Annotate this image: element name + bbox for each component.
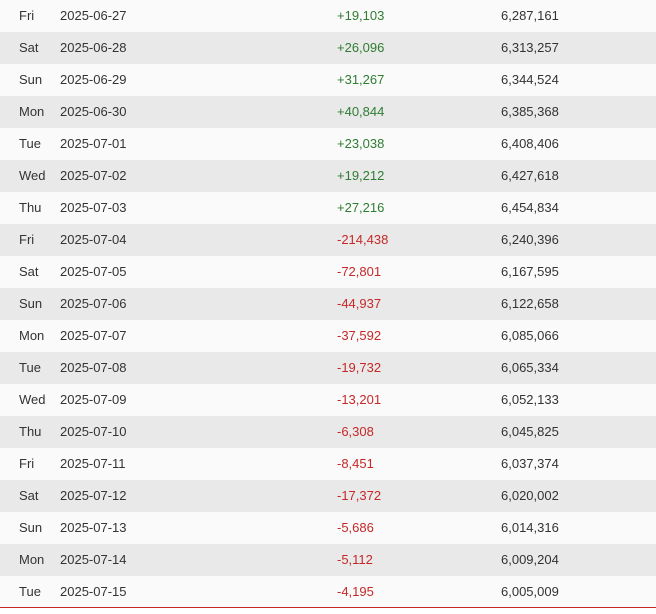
date-cell: 2025-07-06 [60, 296, 127, 311]
running-total-cell: 6,014,316 [501, 520, 559, 535]
running-total-cell: 6,020,002 [501, 488, 559, 503]
date-cell: 2025-07-08 [60, 360, 127, 375]
table-row: Fri 2025-06-27 +19,103 6,287,161 [0, 0, 656, 32]
table-row: Fri 2025-07-11 -8,451 6,037,374 [0, 448, 656, 480]
running-total-cell: 6,167,595 [501, 264, 559, 279]
date-cell: 2025-07-14 [60, 552, 127, 567]
running-total-cell: 6,240,396 [501, 232, 559, 247]
daily-change-table: Fri 2025-06-27 +19,103 6,287,161 Sat 2025-06-… [0, 0, 656, 608]
daily-change-cell: -5,112 [337, 552, 373, 567]
table-row: Thu 2025-07-03 +27,216 6,454,834 [0, 192, 656, 224]
day-of-week-cell: Wed [19, 392, 46, 407]
day-of-week-cell: Sat [19, 264, 39, 279]
table-row: Tue 2025-07-15 -4,195 6,005,009 [0, 576, 656, 608]
running-total-cell: 6,287,161 [501, 8, 559, 23]
date-cell: 2025-07-01 [60, 136, 127, 151]
day-of-week-cell: Sun [19, 72, 43, 87]
running-total-cell: 6,037,374 [501, 456, 559, 471]
running-total-cell: 6,085,066 [501, 328, 559, 343]
running-total-cell: 6,009,204 [501, 552, 559, 567]
table-row: Fri 2025-07-04 -214,438 6,240,396 [0, 224, 656, 256]
running-total-cell: 6,005,009 [501, 584, 559, 599]
daily-change-cell: +19,103 [337, 8, 385, 23]
table-row: Wed 2025-07-02 +19,212 6,427,618 [0, 160, 656, 192]
running-total-cell: 6,065,334 [501, 360, 559, 375]
daily-change-cell: +19,212 [337, 168, 385, 183]
daily-change-cell: -19,732 [337, 360, 382, 375]
table-row: Sat 2025-07-12 -17,372 6,020,002 [0, 480, 656, 512]
day-of-week-cell: Sun [19, 520, 43, 535]
daily-change-cell: +40,844 [337, 104, 385, 119]
running-total-cell: 6,427,618 [501, 168, 559, 183]
day-of-week-cell: Fri [19, 8, 35, 23]
table-row: Sun 2025-07-06 -44,937 6,122,658 [0, 288, 656, 320]
table-row: Sun 2025-06-29 +31,267 6,344,524 [0, 64, 656, 96]
daily-change-cell: -5,686 [337, 520, 374, 535]
day-of-week-cell: Thu [19, 200, 42, 215]
table-row: Sun 2025-07-13 -5,686 6,014,316 [0, 512, 656, 544]
date-cell: 2025-07-03 [60, 200, 127, 215]
running-total-cell: 6,052,133 [501, 392, 559, 407]
daily-change-cell: -8,451 [337, 456, 374, 471]
date-cell: 2025-07-12 [60, 488, 127, 503]
running-total-cell: 6,122,658 [501, 296, 559, 311]
day-of-week-cell: Tue [19, 584, 41, 599]
table-row: Sat 2025-07-05 -72,801 6,167,595 [0, 256, 656, 288]
date-cell: 2025-07-02 [60, 168, 127, 183]
running-total-cell: 6,408,406 [501, 136, 559, 151]
date-cell: 2025-07-09 [60, 392, 127, 407]
table-row: Tue 2025-07-01 +23,038 6,408,406 [0, 128, 656, 160]
date-cell: 2025-07-11 [60, 456, 126, 471]
date-cell: 2025-06-30 [60, 104, 127, 119]
date-cell: 2025-06-29 [60, 72, 127, 87]
daily-change-cell: +23,038 [337, 136, 385, 151]
running-total-cell: 6,313,257 [501, 40, 559, 55]
daily-change-cell: -4,195 [337, 584, 374, 599]
daily-change-cell: -44,937 [337, 296, 382, 311]
day-of-week-cell: Sat [19, 40, 39, 55]
day-of-week-cell: Wed [19, 168, 46, 183]
daily-change-cell: +27,216 [337, 200, 385, 215]
day-of-week-cell: Sun [19, 296, 43, 311]
daily-change-cell: +31,267 [337, 72, 385, 87]
day-of-week-cell: Tue [19, 360, 41, 375]
table-row: Wed 2025-07-09 -13,201 6,052,133 [0, 384, 656, 416]
day-of-week-cell: Mon [19, 104, 45, 119]
daily-change-cell: -37,592 [337, 328, 382, 343]
running-total-cell: 6,454,834 [501, 200, 559, 215]
date-cell: 2025-07-05 [60, 264, 127, 279]
day-of-week-cell: Tue [19, 136, 41, 151]
daily-change-cell: +26,096 [337, 40, 385, 55]
day-of-week-cell: Fri [19, 456, 35, 471]
date-cell: 2025-07-13 [60, 520, 127, 535]
table-row: Mon 2025-07-14 -5,112 6,009,204 [0, 544, 656, 576]
running-total-cell: 6,344,524 [501, 72, 559, 87]
date-cell: 2025-07-15 [60, 584, 127, 599]
date-cell: 2025-06-28 [60, 40, 127, 55]
running-total-cell: 6,045,825 [501, 424, 559, 439]
daily-change-cell: -214,438 [337, 232, 389, 247]
day-of-week-cell: Sat [19, 488, 39, 503]
date-cell: 2025-07-04 [60, 232, 127, 247]
date-cell: 2025-07-10 [60, 424, 127, 439]
table-row: Sat 2025-06-28 +26,096 6,313,257 [0, 32, 656, 64]
daily-change-cell: -13,201 [337, 392, 382, 407]
date-cell: 2025-07-07 [60, 328, 127, 343]
running-total-cell: 6,385,368 [501, 104, 559, 119]
day-of-week-cell: Mon [19, 328, 45, 343]
table-row: Mon 2025-07-07 -37,592 6,085,066 [0, 320, 656, 352]
daily-change-cell: -17,372 [337, 488, 382, 503]
table-body: Fri 2025-06-27 +19,103 6,287,161 Sat 2025-06-… [0, 0, 656, 608]
table-row: Mon 2025-06-30 +40,844 6,385,368 [0, 96, 656, 128]
table-row: Tue 2025-07-08 -19,732 6,065,334 [0, 352, 656, 384]
table-row: Thu 2025-07-10 -6,308 6,045,825 [0, 416, 656, 448]
date-cell: 2025-06-27 [60, 8, 127, 23]
daily-change-cell: -72,801 [337, 264, 382, 279]
day-of-week-cell: Thu [19, 424, 42, 439]
table-bottom-divider [0, 607, 656, 608]
daily-change-cell: -6,308 [337, 424, 374, 439]
day-of-week-cell: Mon [19, 552, 45, 567]
day-of-week-cell: Fri [19, 232, 35, 247]
